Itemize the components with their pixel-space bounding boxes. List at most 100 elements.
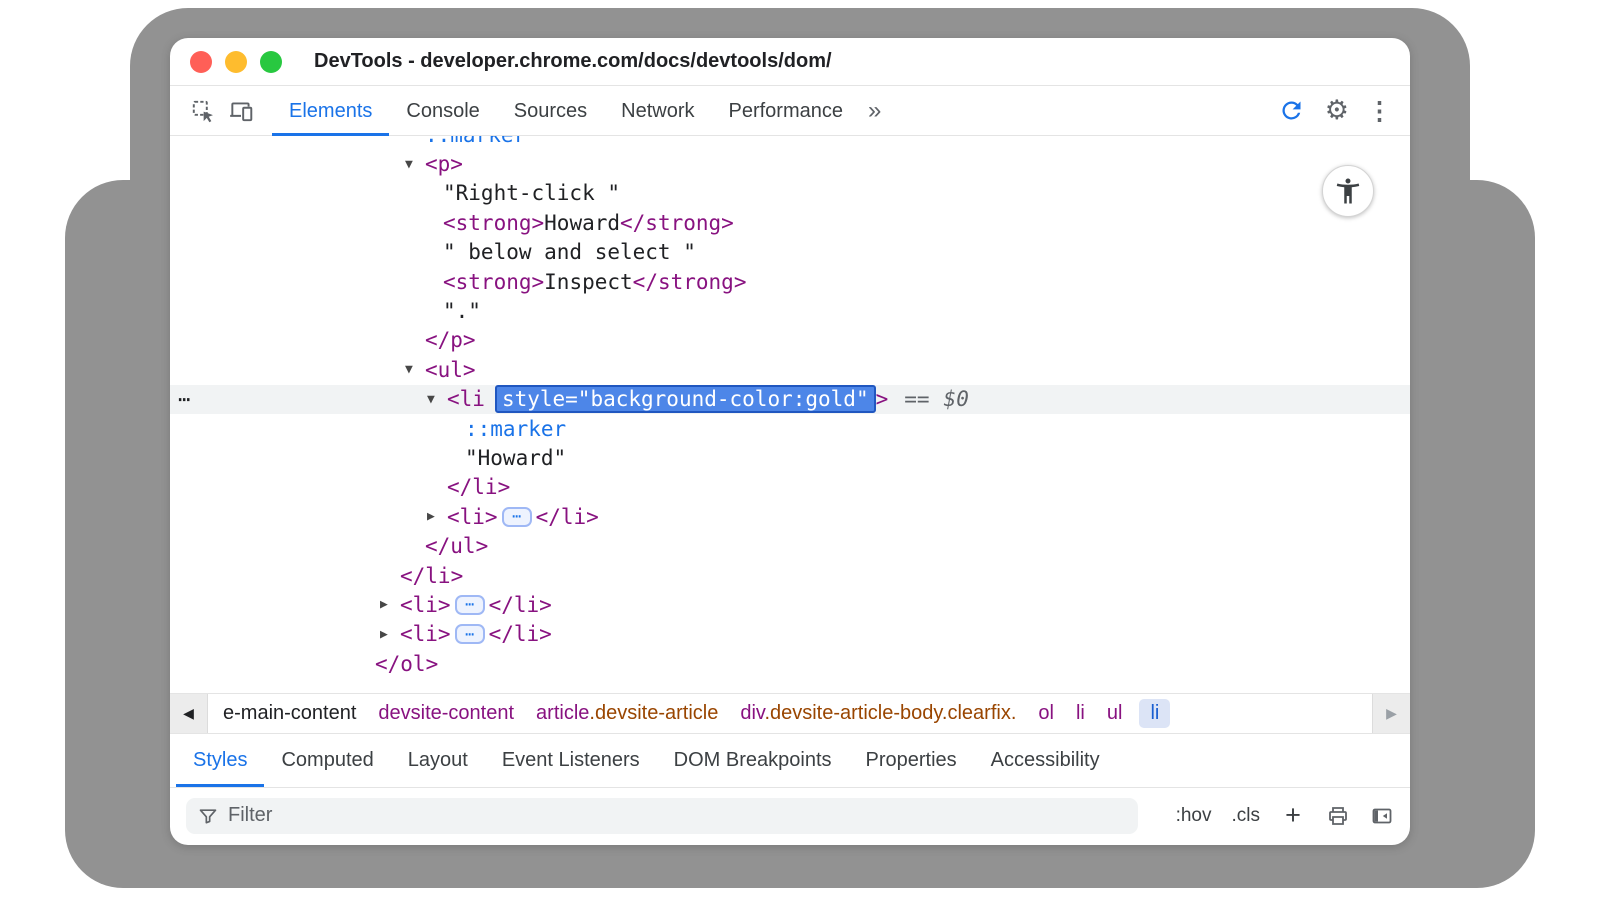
- tree-node-ol-close[interactable]: </ol>: [170, 649, 1410, 678]
- tree-node-li-collapsed[interactable]: ▶ <li> ⋯ </li>: [170, 502, 1410, 531]
- tag-token: <strong>: [443, 211, 544, 235]
- zoom-window-button[interactable]: [260, 51, 282, 73]
- tab-styles[interactable]: Styles: [176, 734, 264, 787]
- tag-token: </strong>: [633, 270, 747, 294]
- tag-token: <li: [447, 387, 485, 411]
- more-tabs-icon[interactable]: »: [868, 97, 881, 125]
- text-token: "Right-click ": [443, 181, 620, 205]
- gutter-dots-icon[interactable]: ⋯: [178, 385, 191, 414]
- tag-token: </li>: [489, 593, 552, 617]
- collapse-arrow-icon[interactable]: ▶: [380, 627, 400, 642]
- tag-token: <ul>: [425, 358, 476, 382]
- devtools-toolbar: Elements Console Sources Network Perform…: [170, 86, 1410, 136]
- breadcrumb-item[interactable]: li: [1065, 702, 1096, 725]
- tree-node-ul-close[interactable]: </ul>: [170, 531, 1410, 560]
- tab-console[interactable]: Console: [389, 86, 496, 136]
- tab-dom-breakpoints[interactable]: DOM Breakpoints: [657, 734, 849, 787]
- text-token: " below and select ": [443, 240, 696, 264]
- tab-sources[interactable]: Sources: [497, 86, 604, 136]
- breadcrumb-element: article: [536, 702, 589, 724]
- toggle-sidebar-icon[interactable]: [1370, 804, 1394, 828]
- tree-node-text-howard[interactable]: "Howard": [170, 443, 1410, 472]
- breadcrumb-item[interactable]: div.devsite-article-body.clearfix.: [729, 702, 1027, 725]
- tab-event-listeners[interactable]: Event Listeners: [485, 734, 657, 787]
- tab-properties[interactable]: Properties: [849, 734, 974, 787]
- tab-performance[interactable]: Performance: [712, 86, 861, 136]
- ellipsis-expand-button[interactable]: ⋯: [502, 507, 532, 527]
- collapse-arrow-icon[interactable]: ▶: [427, 509, 447, 524]
- tab-computed[interactable]: Computed: [264, 734, 390, 787]
- tree-node-p-open[interactable]: ▼ <p>: [170, 149, 1410, 178]
- tree-node-strong-howard[interactable]: <strong>Howard</strong>: [170, 208, 1410, 237]
- gear-icon[interactable]: ⚙: [1325, 95, 1349, 126]
- tab-network[interactable]: Network: [604, 86, 711, 136]
- accessibility-button[interactable]: [1322, 165, 1374, 217]
- toggle-element-state-button[interactable]: :hov: [1176, 805, 1212, 827]
- expand-arrow-icon[interactable]: ▼: [427, 392, 447, 407]
- ellipsis-expand-button[interactable]: ⋯: [455, 595, 485, 615]
- attribute-editor-selection[interactable]: style="background-color:gold": [495, 385, 876, 413]
- breadcrumb-scroll-right-button[interactable]: ▶: [1372, 694, 1410, 733]
- tag-token: <li>: [400, 593, 451, 617]
- device-toolbar-icon[interactable]: [222, 92, 260, 130]
- breadcrumb-item[interactable]: ol: [1027, 702, 1065, 725]
- tree-node-marker[interactable]: ::marker: [170, 414, 1410, 443]
- window-titlebar: DevTools - developer.chrome.com/docs/dev…: [170, 38, 1410, 86]
- tree-node-li-selected[interactable]: ⋯ ▼ <li style="background-color:gold" > …: [170, 385, 1410, 414]
- minimize-window-button[interactable]: [225, 51, 247, 73]
- tag-token: <li>: [400, 622, 451, 646]
- tab-accessibility[interactable]: Accessibility: [974, 734, 1117, 787]
- expand-arrow-icon[interactable]: ▼: [405, 157, 425, 172]
- tree-node-text-period[interactable]: ".": [170, 296, 1410, 325]
- breadcrumb-item[interactable]: article.devsite-article: [525, 702, 729, 725]
- close-window-button[interactable]: [190, 51, 212, 73]
- dollar-zero-badge: $0: [944, 387, 969, 411]
- breadcrumb-item[interactable]: devsite-content: [367, 702, 525, 725]
- devtools-window: DevTools - developer.chrome.com/docs/dev…: [170, 38, 1410, 845]
- breadcrumb-item[interactable]: ul: [1096, 702, 1134, 725]
- tag-token: </p>: [425, 328, 476, 352]
- breadcrumb: ◀ e-main-content devsite-content article…: [170, 693, 1410, 733]
- tag-token: </ol>: [375, 652, 438, 676]
- tree-node-li-collapsed[interactable]: ▶ <li> ⋯ </li>: [170, 620, 1410, 649]
- tree-node-strong-inspect[interactable]: <strong>Inspect</strong>: [170, 267, 1410, 296]
- text-token: Inspect: [544, 270, 633, 294]
- element-classes-button[interactable]: .cls: [1232, 805, 1261, 827]
- expand-arrow-icon[interactable]: ▼: [405, 362, 425, 377]
- tree-node-outer-li-close[interactable]: </li>: [170, 561, 1410, 590]
- tree-node-text-rightclick[interactable]: "Right-click ": [170, 179, 1410, 208]
- tree-node-li-close[interactable]: </li>: [170, 473, 1410, 502]
- filter-input-wrap[interactable]: [186, 798, 1138, 834]
- tab-elements[interactable]: Elements: [272, 86, 389, 136]
- tree-node-ul-open[interactable]: ▼ <ul>: [170, 355, 1410, 384]
- breadcrumb-list: e-main-content devsite-content article.d…: [208, 694, 1372, 733]
- devtools-tab-strip: Elements Console Sources Network Perform…: [272, 86, 860, 135]
- new-style-rule-button[interactable]: +: [1280, 802, 1306, 829]
- collapse-arrow-icon[interactable]: ▶: [380, 597, 400, 612]
- printer-icon[interactable]: [1326, 804, 1350, 828]
- inspect-element-icon[interactable]: [184, 92, 222, 130]
- tag-token: </li>: [400, 564, 463, 588]
- filter-input[interactable]: [228, 804, 1126, 827]
- right-arrow-icon: ▶: [1386, 705, 1397, 722]
- pseudo-token: ::marker: [425, 136, 526, 147]
- sync-icon[interactable]: [1273, 92, 1311, 130]
- text-token: "Howard": [465, 446, 566, 470]
- breadcrumb-classes: .devsite-article-body.clearfix.: [764, 702, 1016, 724]
- tree-node-text-below[interactable]: " below and select ": [170, 238, 1410, 267]
- ellipsis-expand-button[interactable]: ⋯: [455, 624, 485, 644]
- text-token: Howard: [544, 211, 620, 235]
- breadcrumb-item-selected[interactable]: li: [1139, 699, 1170, 728]
- tree-node-p-close[interactable]: </p>: [170, 326, 1410, 355]
- tree-node-li-collapsed[interactable]: ▶ <li> ⋯ </li>: [170, 590, 1410, 619]
- tag-token: </strong>: [620, 211, 734, 235]
- tab-layout[interactable]: Layout: [391, 734, 485, 787]
- accessibility-person-icon: [1333, 176, 1363, 206]
- breadcrumb-item[interactable]: e-main-content: [212, 702, 367, 725]
- tag-token: </li>: [447, 475, 510, 499]
- breadcrumb-scroll-left-button[interactable]: ◀: [170, 694, 208, 733]
- pseudo-token: ::marker: [465, 417, 566, 441]
- kebab-menu-icon[interactable]: ⋮: [1363, 96, 1396, 126]
- tree-node-marker-clipped[interactable]: ::marker: [170, 136, 1410, 149]
- breadcrumb-classes: .devsite-article: [589, 702, 718, 724]
